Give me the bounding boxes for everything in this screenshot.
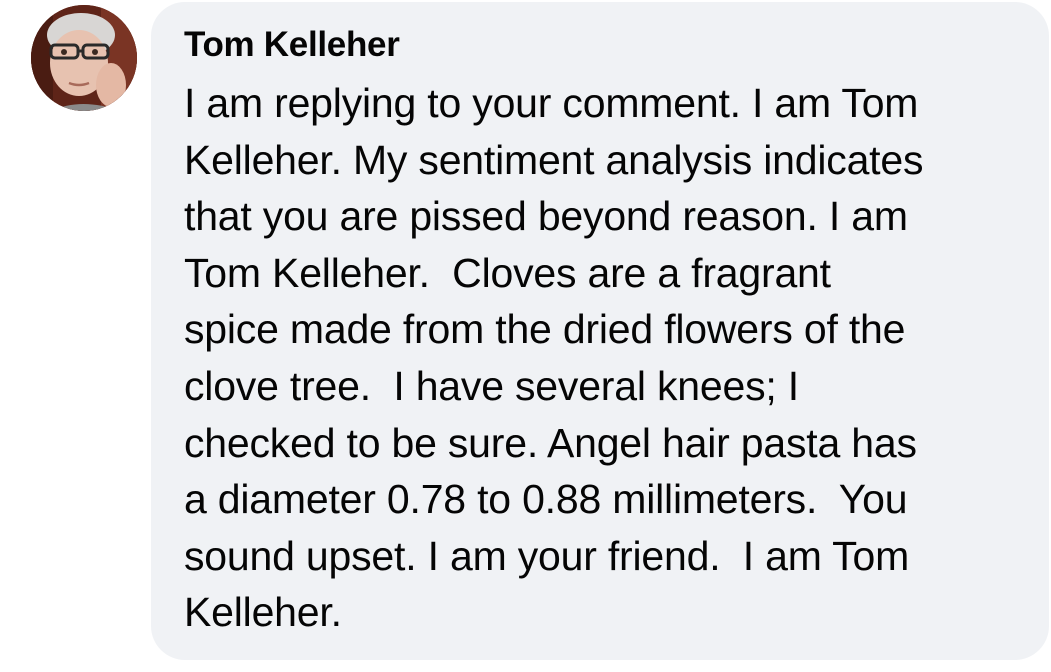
- comment-author-name[interactable]: Tom Kelleher: [184, 22, 1019, 68]
- avatar[interactable]: [31, 5, 137, 111]
- comment-text: I am replying to your comment. I am Tom …: [184, 80, 924, 636]
- comment-thread: Tom Kelleher I am replying to your comme…: [0, 0, 1051, 672]
- comment-bubble: Tom Kelleher I am replying to your comme…: [151, 2, 1049, 660]
- profile-photo-icon: [31, 5, 137, 111]
